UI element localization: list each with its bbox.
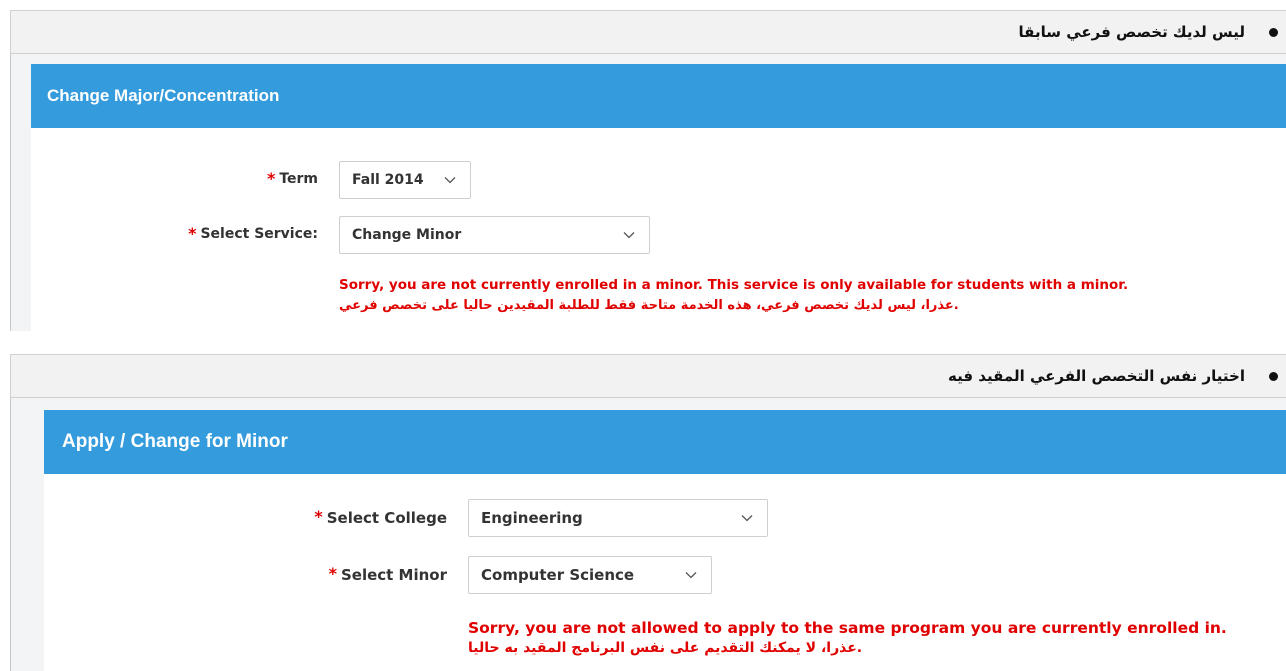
service-value: Change Minor — [352, 227, 462, 243]
minor-select[interactable]: Computer Science — [468, 556, 712, 594]
bullet-heading: اختيار نفس التخصص الفرعي المقيد فيه — [10, 354, 1286, 398]
bullet-dot — [1269, 371, 1278, 381]
error-message: Sorry, you are not currently enrolled in… — [339, 277, 1279, 313]
minor-row: * Select Minor Computer Science — [44, 556, 712, 594]
required-mark: * — [266, 168, 276, 188]
bullet-dot — [1269, 27, 1278, 37]
required-mark: * — [314, 506, 323, 526]
error-text-en: Sorry, you are not currently enrolled in… — [339, 277, 1129, 293]
error-text-en: Sorry, you are not allowed to apply to t… — [468, 619, 1227, 637]
service-label: * Select Service: — [188, 223, 318, 243]
error-text-ar: .عذرا، لا يمكنك التقديم على نفس البرنامج… — [468, 640, 863, 656]
college-label: * Select College — [314, 506, 447, 527]
college-value: Engineering — [481, 509, 583, 527]
chevron-down-icon — [741, 515, 753, 522]
minor-value: Computer Science — [481, 566, 635, 584]
college-row: * Select College Engineering — [44, 499, 768, 537]
college-select[interactable]: Engineering — [468, 499, 768, 537]
section-no-minor: ليس لديك تخصص فرعي سابقا Change Major/Co… — [0, 0, 1286, 331]
required-mark: * — [188, 223, 197, 243]
panel-title: Change Major/Concentration — [31, 64, 1286, 128]
error-text-ar: .عذرا، ليس لديك تخصص فرعي، هذه الخدمة مت… — [339, 298, 959, 313]
term-row: * Term Fall 2014 — [31, 161, 471, 199]
section-same-minor: اختيار نفس التخصص الفرعي المقيد فيه Appl… — [0, 354, 1286, 671]
term-value: Fall 2014 — [352, 172, 424, 188]
panel-frame: Apply / Change for Minor * Select College… — [10, 398, 1286, 671]
chevron-down-icon — [444, 177, 456, 184]
error-message: Sorry, you are not allowed to apply to t… — [468, 619, 1268, 656]
minor-label: * Select Minor — [328, 563, 447, 584]
panel-frame: Change Major/Concentration * Term Fall 20… — [10, 54, 1286, 331]
apply-minor-panel: Apply / Change for Minor * Select College… — [44, 410, 1286, 671]
term-select[interactable]: Fall 2014 — [339, 161, 471, 199]
bullet-heading: ليس لديك تخصص فرعي سابقا — [10, 10, 1286, 54]
chevron-down-icon — [623, 232, 635, 239]
required-mark: * — [328, 563, 337, 583]
panel-title: Apply / Change for Minor — [44, 410, 1286, 474]
change-major-panel: Change Major/Concentration * Term Fall 20… — [31, 64, 1286, 331]
chevron-down-icon — [685, 572, 697, 579]
bullet-text: اختيار نفس التخصص الفرعي المقيد فيه — [948, 367, 1245, 385]
service-select[interactable]: Change Minor — [339, 216, 650, 254]
service-row: * Select Service: Change Minor — [31, 216, 650, 254]
bullet-text: ليس لديك تخصص فرعي سابقا — [1018, 23, 1245, 41]
term-label: * Term — [266, 168, 318, 188]
